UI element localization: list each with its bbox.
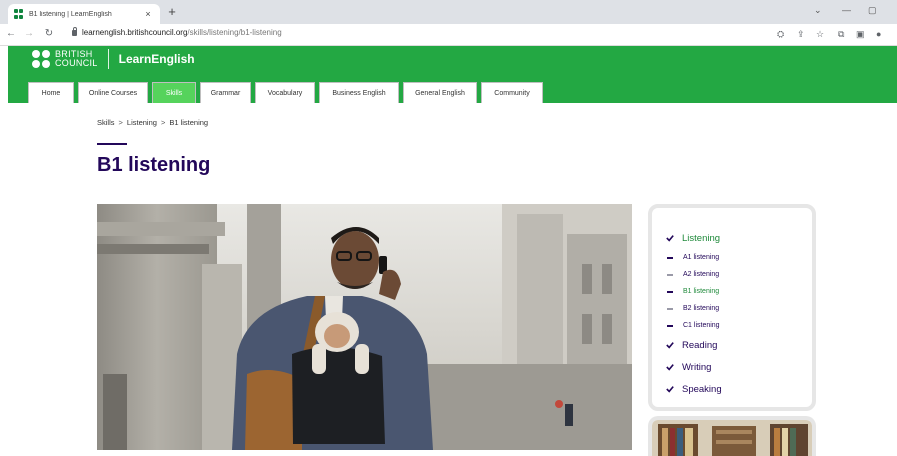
nav-skills[interactable]: Skills: [152, 82, 196, 103]
sidebar-item-b2-listening[interactable]: B2 listening: [666, 300, 722, 317]
site-name: LearnEnglish: [118, 52, 195, 66]
back-arrow-icon[interactable]: ←: [4, 28, 18, 39]
breadcrumb: Skills > Listening > B1 listening: [97, 118, 208, 127]
page-title: B1 listening: [97, 154, 211, 176]
logo-line2: COUNCIL: [55, 58, 98, 68]
lock-icon: [72, 26, 77, 36]
sidebar-item-label: B1 listening: [683, 288, 720, 295]
sidebar-item-listening[interactable]: Listening: [666, 227, 722, 249]
sidebar-item-speaking[interactable]: Speaking: [666, 378, 722, 400]
sidebar-item-a1-listening[interactable]: A1 listening: [666, 249, 722, 266]
logo-wordmark: BRITISH COUNCIL: [55, 50, 98, 68]
url-host: learnenglish.britishcouncil.org: [82, 28, 188, 37]
sidebar-list: Listening A1 listening A2 listening B1 l…: [666, 227, 722, 400]
dash-icon: [667, 324, 673, 327]
sidebar-item-label: Speaking: [682, 383, 722, 395]
maximize-button[interactable]: ▢: [868, 5, 877, 16]
main-nav: Home Online Courses Skills Grammar Vocab…: [28, 82, 547, 103]
tab-title: B1 listening | LearnEnglish: [29, 10, 112, 18]
sidebar-item-a2-listening[interactable]: A2 listening: [666, 266, 722, 283]
breadcrumb-separator: >: [160, 118, 166, 127]
sidepanel-icon[interactable]: ▣: [856, 29, 865, 40]
nav-home[interactable]: Home: [28, 82, 74, 103]
star-icon[interactable]: ☆: [816, 29, 824, 40]
sidebar-item-reading[interactable]: Reading: [666, 334, 722, 356]
sidebar-item-label: Writing: [682, 361, 712, 373]
site-favicon-icon: [14, 9, 24, 19]
translate-icon[interactable]: ⛭: [777, 29, 784, 40]
profile-icon[interactable]: ●: [876, 29, 881, 39]
address-bar-row: ← → ↻ learnenglish.britishcouncil.org/sk…: [0, 24, 897, 46]
extensions-icon[interactable]: ⧉: [838, 29, 844, 40]
check-icon: [666, 235, 674, 242]
promo-thumbnail-image: [652, 420, 812, 456]
title-accent-rule: [97, 143, 127, 145]
reload-icon[interactable]: ↻: [42, 28, 56, 39]
sidebar-item-writing[interactable]: Writing: [666, 356, 722, 378]
share-icon[interactable]: ⇪: [797, 29, 805, 40]
sidebar-promo-card[interactable]: [648, 416, 816, 456]
url-path: /skills/listening/b1-listening: [187, 28, 282, 37]
minimize-button[interactable]: —: [842, 5, 851, 15]
nav-vocabulary[interactable]: Vocabulary: [255, 82, 315, 103]
sidebar-item-c1-listening[interactable]: C1 listening: [666, 317, 722, 334]
check-icon: [666, 364, 674, 371]
dash-icon: [667, 273, 673, 276]
dash-icon: [667, 256, 673, 259]
british-council-logo[interactable]: BRITISH COUNCIL LearnEnglish: [32, 49, 195, 69]
sidebar-item-label: C1 listening: [683, 322, 720, 329]
sidebar-item-label: Listening: [682, 232, 721, 244]
check-icon: [666, 386, 674, 393]
nav-general-english[interactable]: General English: [403, 82, 477, 103]
forward-arrow-icon[interactable]: →: [22, 28, 36, 39]
logo-divider: [107, 49, 109, 69]
nav-online-courses[interactable]: Online Courses: [78, 82, 148, 103]
tab-close-icon[interactable]: ×: [142, 9, 154, 19]
breadcrumb-current: B1 listening: [169, 118, 209, 127]
sidebar-item-label: A1 listening: [683, 254, 720, 261]
sidebar-item-label: A2 listening: [683, 271, 720, 278]
nav-grammar[interactable]: Grammar: [200, 82, 251, 103]
sidebar-item-label: Reading: [682, 339, 718, 351]
breadcrumb-skills[interactable]: Skills: [97, 118, 115, 127]
browser-tab[interactable]: B1 listening | LearnEnglish ×: [8, 4, 160, 24]
new-tab-button[interactable]: +: [164, 5, 180, 21]
check-icon: [666, 342, 674, 349]
breadcrumb-listening[interactable]: Listening: [127, 118, 157, 127]
sidebar-item-label: B2 listening: [683, 305, 720, 312]
breadcrumb-separator: >: [118, 118, 123, 127]
nav-community[interactable]: Community: [481, 82, 543, 103]
dash-icon: [667, 290, 673, 293]
sidebar-item-b1-listening[interactable]: B1 listening: [666, 283, 722, 300]
hero-image: [97, 204, 632, 450]
nav-business-english[interactable]: Business English: [319, 82, 399, 103]
browser-tab-bar: B1 listening | LearnEnglish × + ⌄ — ▢: [0, 0, 897, 24]
url-field[interactable]: learnenglish.britishcouncil.org/skills/l…: [72, 26, 282, 37]
dash-icon: [667, 307, 673, 310]
logo-dots-icon: [32, 50, 50, 68]
skills-sidebar: Listening A1 listening A2 listening B1 l…: [648, 204, 816, 411]
tab-search-chevron-icon[interactable]: ⌄: [814, 5, 822, 16]
